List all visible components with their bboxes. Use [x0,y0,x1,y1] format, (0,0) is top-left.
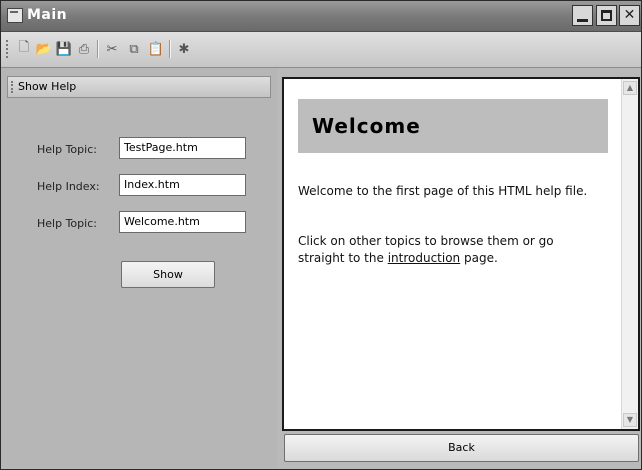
open-folder-icon[interactable]: 📂 [35,40,53,58]
browse-text-end: page. [460,251,498,265]
help-topic-label: Help Topic: [37,143,97,156]
app-icon [7,8,23,23]
introduction-link[interactable]: introduction [388,251,460,265]
browse-paragraph: Click on other topics to browse them or … [298,233,598,267]
welcome-heading: Welcome [298,99,608,153]
paste-icon[interactable]: 📋 [147,40,165,58]
help-icon[interactable]: ✱ [175,40,193,58]
left-panel: Show Help Help Topic: TestPage.htm Help … [1,68,277,468]
back-button[interactable]: Back [284,434,639,462]
print-icon[interactable]: ⎙ [75,40,93,58]
help-index-input[interactable]: Index.htm [119,174,246,196]
cut-icon[interactable]: ✂ [103,40,121,58]
vertical-scrollbar[interactable]: ▲ ▼ [621,79,638,429]
help-topic-input-2[interactable]: Welcome.htm [119,211,246,233]
title-bar[interactable]: Main ✕ [1,1,641,32]
help-viewer[interactable]: Welcome Welcome to the first page of thi… [282,77,640,431]
toolbar-separator [169,40,171,58]
help-topic-input[interactable]: TestPage.htm [119,137,246,159]
minimize-icon[interactable] [572,5,593,26]
help-index-label: Help Index: [37,180,100,193]
window-title: Main [27,7,68,23]
close-icon[interactable]: ✕ [619,5,640,26]
help-topic-label-2: Help Topic: [37,217,97,230]
toolbar-grip[interactable] [6,40,10,58]
welcome-paragraph: Welcome to the first page of this HTML h… [298,184,588,198]
show-button[interactable]: Show [121,261,215,288]
toolbar: 🗋 📂 💾 ⎙ ✂ ⧉ 📋 ✱ [1,32,641,68]
toolbar-separator [97,40,99,58]
new-file-icon[interactable]: 🗋 [15,40,33,58]
panel-header: Show Help [7,76,271,98]
scroll-up-icon[interactable]: ▲ [623,81,637,95]
scroll-down-icon[interactable]: ▼ [623,413,637,427]
save-icon[interactable]: 💾 [55,40,73,58]
copy-icon[interactable]: ⧉ [125,40,143,58]
maximize-icon[interactable] [596,5,617,26]
main-window: Main ✕ 🗋 📂 💾 ⎙ ✂ ⧉ 📋 ✱ Show Help Help To… [0,0,642,470]
